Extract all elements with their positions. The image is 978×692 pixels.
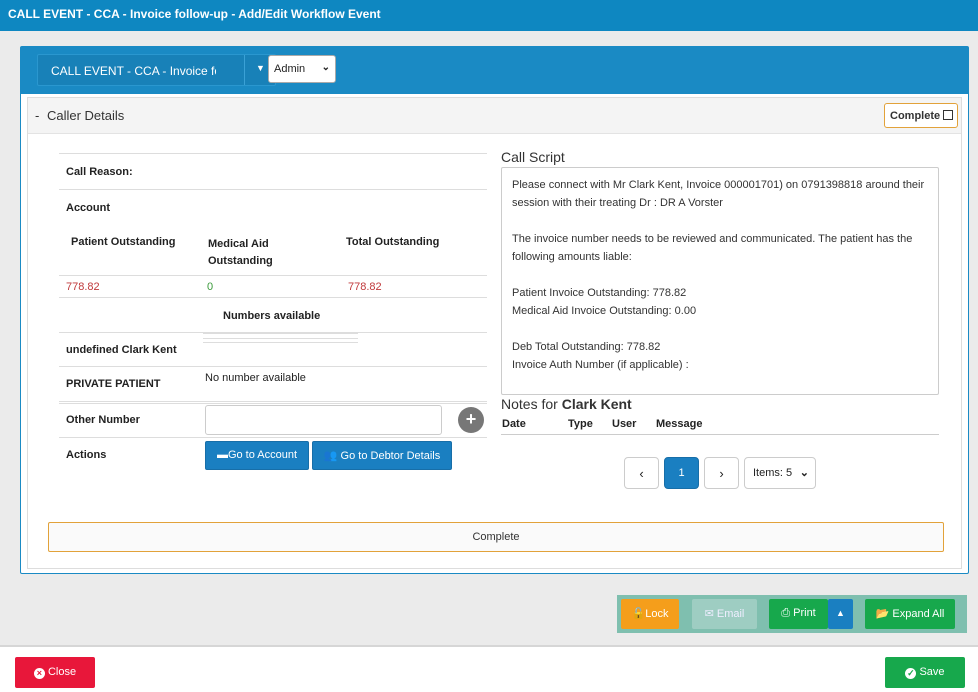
- other-number-label: Other Number: [66, 414, 140, 426]
- script-line: Deb Total Outstanding: 778.82: [512, 341, 661, 353]
- actions-label: Actions: [66, 449, 107, 461]
- complete-checkbox[interactable]: Complete: [884, 103, 958, 128]
- notes-col-message: Message: [656, 418, 703, 430]
- check-icon: ✓: [905, 668, 917, 679]
- medical-aid-outstanding-value: 0: [207, 281, 214, 293]
- envelope-icon: ✉: [704, 608, 714, 620]
- divider: [59, 153, 487, 154]
- printer-icon: ⎙: [781, 607, 791, 619]
- patient-outstanding-label: Patient Outstanding: [71, 236, 176, 248]
- action-toolbar: 🔓Lock ✉ Email ⎙ Print ▲ 📂 Expand All: [617, 595, 967, 633]
- email-label: Email: [716, 608, 745, 620]
- panel-header: CALL EVENT - CCA - Invoice follow-up ▼ A…: [21, 47, 968, 94]
- workflow-panel: CALL EVENT - CCA - Invoice follow-up ▼ A…: [20, 46, 969, 574]
- window-title: CALL EVENT - CCA - Invoice follow-up - A…: [0, 0, 978, 31]
- go-to-debtor-button[interactable]: 👥 Go to Debtor Details: [312, 441, 452, 470]
- script-line: Patient Invoice Outstanding: 778.82: [512, 287, 687, 299]
- call-reason-label: Call Reason:: [66, 166, 133, 178]
- go-to-account-label: Go to Account: [227, 449, 298, 461]
- checkbox-icon: [943, 110, 954, 120]
- complete-button[interactable]: Complete: [48, 522, 944, 552]
- divider: [59, 275, 487, 276]
- folder-open-icon: 📂: [875, 608, 890, 620]
- close-icon: ×: [33, 668, 45, 679]
- notes-col-type: Type: [568, 418, 593, 430]
- next-page-button[interactable]: ›: [704, 457, 739, 489]
- email-button[interactable]: ✉ Email: [692, 599, 757, 629]
- total-outstanding-label: Total Outstanding: [346, 236, 440, 248]
- notes-table-header: Date Type User Message: [501, 417, 939, 435]
- notes-title-prefix: Notes for: [501, 396, 562, 412]
- notes-title-name: Clark Kent: [561, 396, 632, 412]
- divider: [59, 437, 487, 438]
- lock-button[interactable]: 🔓Lock: [621, 599, 679, 629]
- users-icon: 👥: [323, 450, 338, 462]
- event-select[interactable]: CALL EVENT - CCA - Invoice follow-up ▼: [37, 54, 276, 86]
- role-select-value: Admin: [274, 63, 306, 75]
- lock-icon: 🔓: [631, 608, 646, 620]
- chevron-down-icon: ⌄: [321, 62, 330, 73]
- footer: × Close ✓ Save: [0, 645, 978, 692]
- close-label: Close: [47, 666, 77, 678]
- chevron-left-icon: ‹: [639, 466, 644, 481]
- save-button[interactable]: ✓ Save: [885, 657, 965, 688]
- add-number-button[interactable]: +: [458, 407, 484, 433]
- role-select[interactable]: Admin ⌄: [268, 55, 336, 83]
- items-per-page-value: Items: 5: [753, 467, 793, 479]
- go-to-debtor-label: Go to Debtor Details: [340, 450, 441, 462]
- patient-outstanding-value: 778.82: [66, 281, 100, 293]
- private-patient-value: No number available: [205, 372, 306, 384]
- script-line: Please connect with Mr Clark Kent, Invoi…: [512, 179, 925, 209]
- divider: [59, 366, 487, 367]
- section-title: Caller Details: [46, 108, 125, 123]
- script-line: Invoice Auth Number (if applicable) :: [512, 359, 689, 371]
- event-select-label: CALL EVENT - CCA - Invoice follow-up: [51, 64, 216, 78]
- save-label: Save: [919, 666, 945, 678]
- total-outstanding-value: 778.82: [348, 281, 382, 293]
- chevron-right-icon: ›: [719, 466, 724, 481]
- medical-aid-outstanding-label: Medical Aid Outstanding: [208, 238, 273, 267]
- collapse-toggle[interactable]: -: [35, 108, 39, 123]
- caret-up-icon: ▲: [836, 608, 845, 618]
- money-icon: ▬: [216, 449, 228, 461]
- divider: [59, 401, 487, 402]
- private-patient-label: PRIVATE PATIENT: [66, 378, 161, 390]
- plus-icon: +: [465, 409, 477, 429]
- items-per-page-select[interactable]: Items: 5 ⌄: [744, 457, 816, 489]
- other-number-input[interactable]: [205, 405, 442, 435]
- page-1-button[interactable]: 1: [664, 457, 699, 489]
- prev-page-button[interactable]: ‹: [624, 457, 659, 489]
- complete-checkbox-label: Complete: [890, 110, 941, 122]
- notes-title: Notes for Clark Kent: [501, 396, 632, 412]
- divider: [203, 333, 358, 334]
- call-script-box[interactable]: Please connect with Mr Clark Kent, Invoi…: [501, 167, 939, 395]
- account-label: Account: [66, 202, 110, 214]
- go-to-account-button[interactable]: ▬Go to Account: [205, 441, 309, 470]
- call-script-title: Call Script: [501, 149, 565, 165]
- divider: [59, 297, 487, 298]
- divider: [203, 338, 358, 339]
- notes-col-user: User: [612, 418, 637, 430]
- divider: [203, 342, 358, 343]
- script-line: Medical Aid Invoice Outstanding: 0.00: [512, 305, 697, 317]
- chevron-down-icon: ⌄: [799, 467, 809, 479]
- page-number: 1: [678, 467, 685, 479]
- lock-label: Lock: [645, 608, 669, 620]
- numbers-available-label: Numbers available: [223, 310, 321, 322]
- divider: [59, 403, 487, 404]
- close-button[interactable]: × Close: [15, 657, 95, 688]
- caller-details-section: - Caller Details Complete Call Reason: A…: [27, 97, 962, 569]
- expand-all-label: Expand All: [892, 608, 945, 620]
- section-header[interactable]: - Caller Details Complete: [28, 98, 961, 134]
- expand-all-button[interactable]: 📂 Expand All: [865, 599, 955, 629]
- notes-col-date: Date: [502, 418, 526, 430]
- print-button[interactable]: ⎙ Print: [769, 599, 828, 629]
- script-line: The invoice number needs to be reviewed …: [512, 233, 913, 263]
- divider: [59, 189, 487, 190]
- print-options-button[interactable]: ▲: [828, 599, 853, 629]
- contact-name: undefined Clark Kent: [66, 344, 177, 356]
- print-label: Print: [793, 607, 816, 619]
